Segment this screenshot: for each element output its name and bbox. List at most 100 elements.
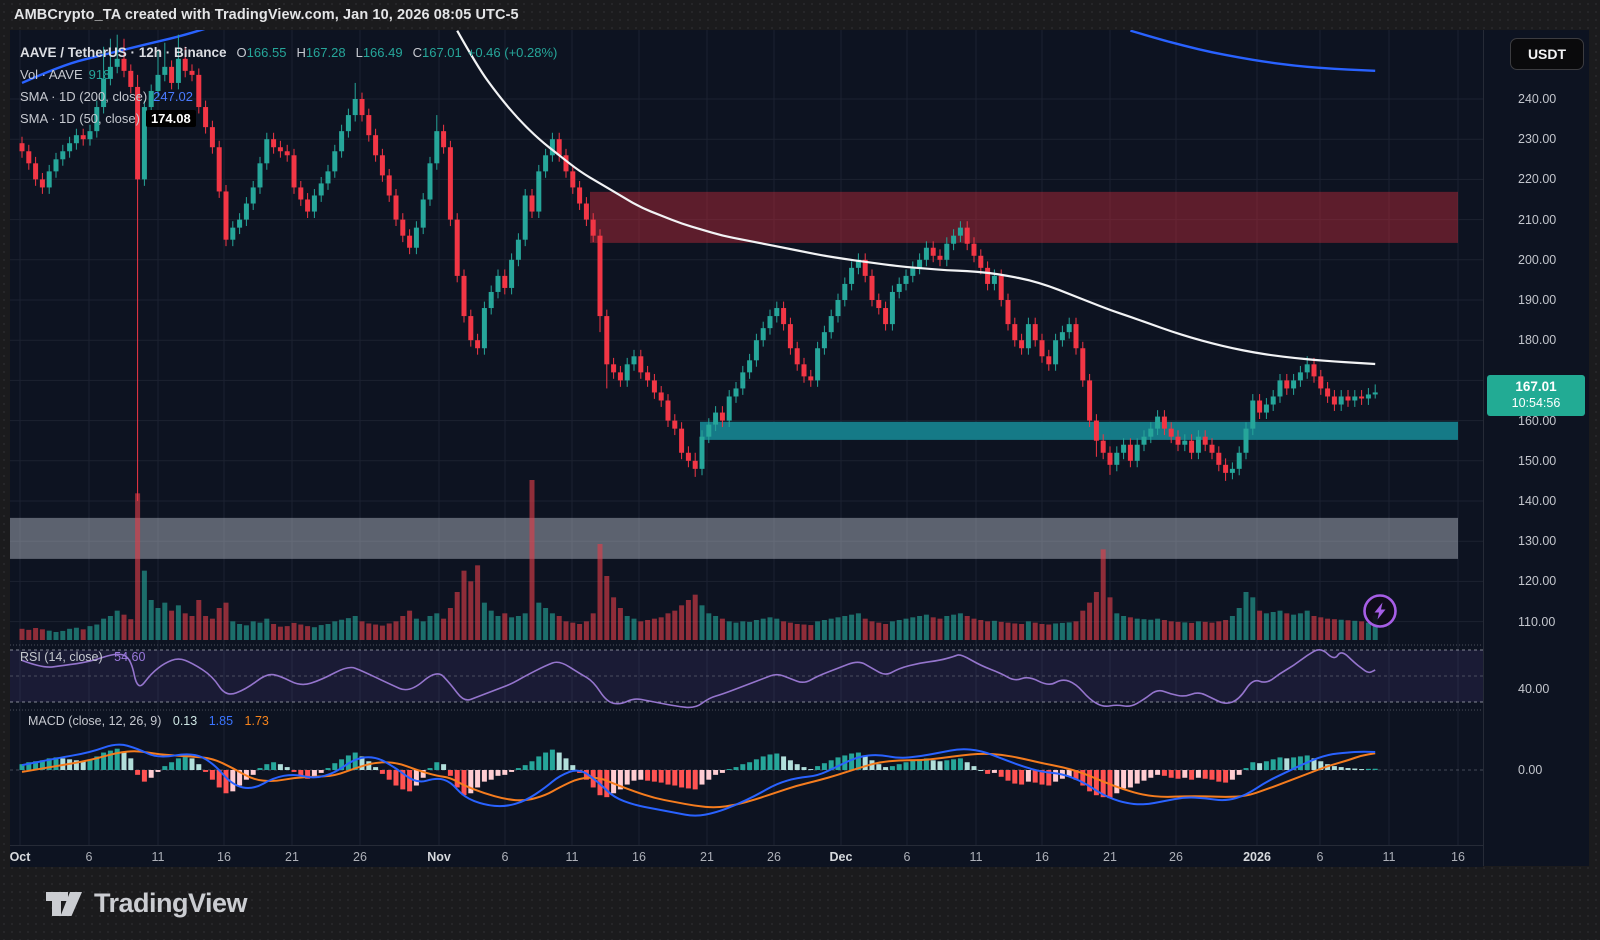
candle-body [1026, 324, 1031, 348]
volume-bar [312, 627, 317, 640]
candle-body [1257, 401, 1262, 413]
volume-bar [910, 617, 915, 640]
volume-bar [808, 625, 813, 640]
volume-bar [400, 616, 405, 640]
sma50-legend-row[interactable]: SMA · 1D (50, close) 174.08 [20, 107, 557, 129]
candle-body [1203, 437, 1208, 445]
volume-bar [836, 617, 841, 640]
candle-body [1148, 429, 1153, 437]
macd-histogram-bar [1373, 769, 1378, 770]
macd-histogram-bar [863, 756, 868, 770]
volume-bar [577, 624, 582, 640]
volume-bar [1230, 616, 1235, 640]
candle-body [632, 356, 637, 364]
macd-histogram-bar [387, 770, 392, 780]
volume-bar [727, 621, 732, 640]
volume-bar [543, 608, 548, 640]
candle-body [530, 195, 535, 211]
candle-body [910, 268, 915, 276]
time-axis-label: 21 [700, 850, 714, 864]
volume-bar [1352, 621, 1357, 640]
volume-bar [1060, 623, 1065, 640]
candle-body [312, 195, 317, 211]
volume-bar [434, 613, 439, 640]
price-axis-label: 150.00 [1518, 454, 1556, 468]
volume-bar [978, 620, 983, 640]
candle-body [407, 236, 412, 248]
volume-bar [645, 620, 650, 640]
change-value: +0.46 (+0.28%) [468, 45, 558, 60]
rsi-label: RSI (14, close) [20, 650, 103, 664]
candle-body [1040, 340, 1045, 356]
sma200-legend-row[interactable]: SMA · 1D (200, close) 247.02 [20, 85, 557, 107]
candle-body [1210, 445, 1215, 453]
candle-body [462, 276, 467, 316]
price-axis[interactable]: USDT 240.00230.00220.00210.00200.00190.0… [1483, 30, 1589, 866]
candle-body [1264, 405, 1269, 413]
volume-bar [156, 608, 161, 640]
time-axis-label: 26 [1169, 850, 1183, 864]
macd-hist-value: 0.13 [173, 714, 197, 728]
candle-body [468, 316, 473, 340]
candle-body [448, 147, 453, 219]
volume-bar [108, 616, 113, 640]
symbol-legend-row[interactable]: AAVE / TetherUS · 12h · Binance O166.55 … [20, 41, 557, 63]
candle-body [611, 364, 616, 372]
candle-body [224, 191, 229, 239]
volume-bar [210, 619, 215, 640]
volume-bar [1033, 623, 1038, 640]
macd-histogram-bar [203, 770, 208, 772]
volume-bar [870, 621, 875, 640]
macd-histogram-bar [734, 767, 739, 770]
volume-bar [183, 613, 188, 640]
currency-toggle-button[interactable]: USDT [1510, 38, 1584, 70]
macd-histogram-bar [1162, 770, 1167, 776]
candle-body [60, 151, 65, 159]
candle-body [210, 127, 215, 147]
lower-zone [10, 518, 1458, 559]
macd-histogram-bar [251, 770, 256, 775]
volume-bar [1237, 608, 1242, 640]
volume-bar [570, 623, 575, 640]
volume-bar [1264, 613, 1269, 640]
volume-bar [1189, 623, 1194, 640]
volume-bar [162, 603, 167, 640]
time-axis-label-major: Dec [830, 850, 853, 864]
boost-icon[interactable] [1365, 596, 1396, 627]
candle-body [584, 204, 589, 220]
volume-legend-row[interactable]: Vol · AAVE 918 [20, 63, 557, 85]
time-axis-label: 11 [970, 850, 983, 864]
macd-histogram-bar [434, 762, 439, 770]
candle-body [1244, 429, 1249, 453]
macd-legend-row[interactable]: MACD (close, 12, 26, 9) 0.13 1.85 1.73 [20, 714, 269, 728]
time-axis-label: 21 [1103, 850, 1117, 864]
tradingview-logo[interactable]: TradingView [44, 886, 247, 920]
macd-histogram-bar [1169, 770, 1174, 778]
candle-body [88, 131, 93, 139]
macd-histogram-bar [802, 767, 807, 770]
volume-bar [326, 624, 331, 640]
macd-histogram-bar [1339, 767, 1344, 770]
volume-bar [516, 616, 521, 640]
volume-bar [217, 608, 222, 640]
macd-histogram-bar [897, 764, 902, 770]
macd-histogram-bar [1182, 770, 1187, 778]
volume-bar [1210, 623, 1215, 640]
time-axis-label: 11 [566, 850, 579, 864]
candle-body [958, 228, 963, 236]
rsi-legend-row[interactable]: RSI (14, close) 54.60 [20, 650, 145, 664]
volume-bar [448, 608, 453, 640]
macd-histogram-bar [380, 770, 385, 774]
macd-histogram-bar [557, 753, 562, 770]
time-axis[interactable]: Oct611162126Nov611162126Dec6111621262026… [10, 845, 1483, 867]
brand-name: TradingView [94, 888, 247, 919]
macd-histogram-bar [1006, 770, 1011, 781]
candle-body [788, 324, 793, 348]
volume-bar [1026, 621, 1031, 640]
macd-histogram-bar [564, 758, 569, 770]
volume-bar [720, 619, 725, 640]
volume-bar [1128, 617, 1133, 640]
volume-bar [536, 603, 541, 640]
candle-body [26, 151, 31, 163]
candle-body [1101, 441, 1106, 453]
